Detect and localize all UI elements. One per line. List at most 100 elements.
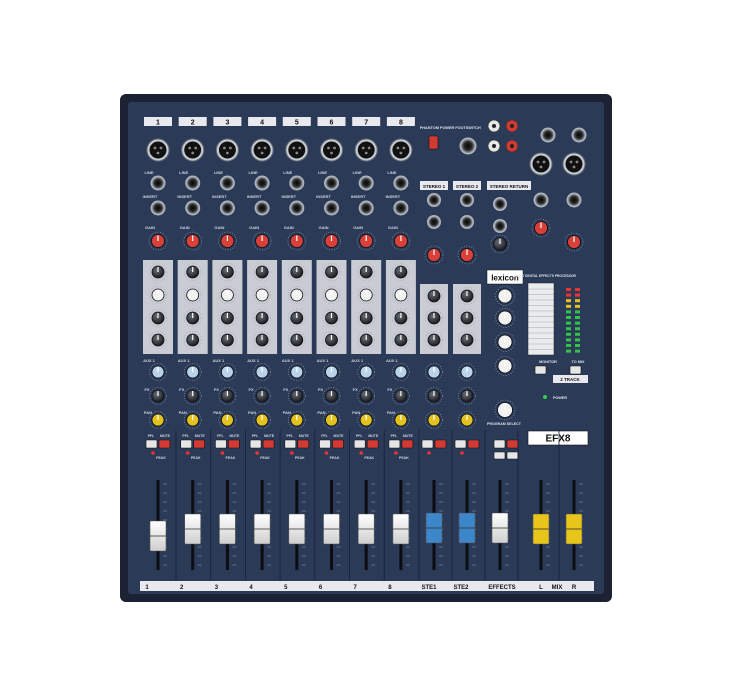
fx-pfl-button[interactable] xyxy=(493,439,506,449)
pan-label: PAN xyxy=(144,410,152,415)
insert-jack[interactable] xyxy=(185,200,201,216)
channel-number: 1 xyxy=(156,120,160,127)
stereo-left-jack[interactable] xyxy=(460,193,474,207)
pfl-label: PFL xyxy=(356,434,363,438)
peak-led xyxy=(255,451,259,455)
mute-label: MUTE xyxy=(160,434,171,438)
pfl-button[interactable] xyxy=(180,439,192,449)
stereo-mute-button[interactable] xyxy=(467,439,480,449)
peak-label: PEAK xyxy=(364,456,374,460)
mute-button[interactable] xyxy=(262,439,275,449)
to-mix-button[interactable] xyxy=(569,365,582,375)
tap-tempo-button[interactable] xyxy=(506,451,519,460)
line-label: LINE xyxy=(179,170,188,175)
insert-jack[interactable] xyxy=(393,200,409,216)
line-input-jack[interactable] xyxy=(150,175,166,191)
line-input-jack[interactable] xyxy=(393,175,409,191)
meter-led xyxy=(566,332,571,336)
pan-label: PAN xyxy=(248,410,256,415)
pan-label: PAN xyxy=(179,410,187,415)
return-right-jack[interactable] xyxy=(493,219,507,233)
pfl-label: PFL xyxy=(321,434,328,438)
fx-label: FX xyxy=(387,387,392,392)
stereo-peak-led xyxy=(427,451,431,455)
phones-jack[interactable] xyxy=(566,192,582,208)
pfl-label: PFL xyxy=(391,434,398,438)
line-input-jack[interactable] xyxy=(289,175,305,191)
insert-jack[interactable] xyxy=(254,200,270,216)
insert-jack[interactable] xyxy=(219,200,235,216)
pfl-button[interactable] xyxy=(353,439,366,449)
mic-input-xlr[interactable] xyxy=(285,138,309,162)
insert-label: INSERT xyxy=(386,194,401,199)
bottom-label-l: L xyxy=(539,585,543,591)
mix-right-xlr[interactable] xyxy=(562,152,586,176)
mic-input-xlr[interactable] xyxy=(250,138,274,162)
phantom-switch[interactable] xyxy=(428,135,439,150)
mute-button[interactable] xyxy=(193,439,205,449)
insert-label: INSERT xyxy=(316,194,331,199)
stereo-pfl-button[interactable] xyxy=(454,439,467,449)
mute-label: MUTE xyxy=(229,434,240,438)
line-input-jack[interactable] xyxy=(358,175,374,191)
pfl-button[interactable] xyxy=(215,439,227,449)
fx-program-table xyxy=(527,282,555,356)
mic-input-xlr[interactable] xyxy=(181,138,205,162)
mute-button[interactable] xyxy=(297,439,310,449)
stereo-title: STEREO 2 xyxy=(456,184,479,189)
stereo-mute-button[interactable] xyxy=(434,439,447,449)
two-track-label: 2 TRACK xyxy=(560,377,580,382)
stereo-left-jack[interactable] xyxy=(427,193,441,207)
channel-number: 7 xyxy=(364,120,368,127)
stereo-right-jack[interactable] xyxy=(460,215,474,229)
pfl-button[interactable] xyxy=(145,439,158,449)
mute-button[interactable] xyxy=(332,439,344,449)
pan-label: PAN xyxy=(317,410,325,415)
fx-mute-button[interactable] xyxy=(506,439,519,449)
pfl-button[interactable] xyxy=(319,439,331,449)
insert-l-jack[interactable] xyxy=(540,127,556,143)
return-left-jack[interactable] xyxy=(493,197,507,211)
insert-jack[interactable] xyxy=(324,200,339,216)
insert-jack[interactable] xyxy=(289,200,305,216)
stereo-pfl-button[interactable] xyxy=(421,439,434,449)
mute-label: MUTE xyxy=(195,434,206,438)
mic-input-xlr[interactable] xyxy=(320,138,343,162)
aux-label: AUX 1 xyxy=(386,358,399,363)
line-label: LINE xyxy=(144,170,153,175)
stereo-return-title: STEREO RETURN xyxy=(490,184,529,189)
insert-r-jack[interactable] xyxy=(571,127,587,143)
insert-jack[interactable] xyxy=(150,200,166,216)
mic-input-xlr[interactable] xyxy=(146,138,170,162)
meter-led xyxy=(575,299,580,303)
stereo-right-jack[interactable] xyxy=(427,215,441,229)
fx-bypass-button[interactable] xyxy=(493,451,506,460)
program-select-knob[interactable] xyxy=(494,399,516,421)
mic-input-xlr[interactable] xyxy=(215,138,239,162)
mix-left-xlr[interactable] xyxy=(529,152,553,176)
line-input-jack[interactable] xyxy=(185,175,201,191)
mic-input-xlr[interactable] xyxy=(389,138,413,162)
footswitch-jack[interactable] xyxy=(459,137,477,155)
mono-out-jack[interactable] xyxy=(533,192,549,208)
fx-label: FX xyxy=(144,387,149,392)
mute-button[interactable] xyxy=(228,439,240,449)
meter-led xyxy=(566,316,571,319)
pfl-button[interactable] xyxy=(388,439,401,449)
mute-button[interactable] xyxy=(366,439,379,449)
meter-led xyxy=(575,293,580,297)
mute-button[interactable] xyxy=(158,439,171,449)
line-input-jack[interactable] xyxy=(219,175,235,191)
line-input-jack[interactable] xyxy=(254,175,270,191)
pfl-button[interactable] xyxy=(284,439,297,449)
insert-jack[interactable] xyxy=(358,200,374,216)
peak-label: PEAK xyxy=(226,456,236,460)
channel-number: 4 xyxy=(260,120,264,127)
insert-label: INSERT xyxy=(351,194,366,199)
meter-led xyxy=(566,321,571,325)
mute-button[interactable] xyxy=(401,439,414,449)
monitor-2track-button[interactable] xyxy=(534,365,547,375)
mic-input-xlr[interactable] xyxy=(354,138,378,162)
line-input-jack[interactable] xyxy=(324,175,339,191)
pfl-button[interactable] xyxy=(249,439,262,449)
